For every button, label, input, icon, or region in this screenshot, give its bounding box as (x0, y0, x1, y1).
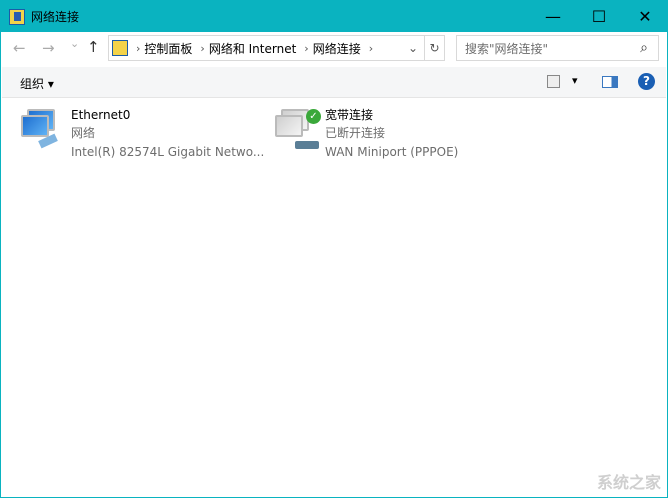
address-bar[interactable]: › 控制面板 › 网络和 Internet › 网络连接 › ⌄ ↻ (108, 35, 445, 61)
breadcrumb-network-connections[interactable]: 网络连接 (313, 40, 361, 57)
close-button[interactable]: ✕ (622, 1, 668, 32)
connection-name: Ethernet0 (71, 108, 131, 122)
maximize-button[interactable]: ☐ (576, 1, 622, 32)
window-title: 网络连接 (31, 10, 80, 24)
connection-name: 宽带连接 (325, 108, 374, 122)
connection-status: 网络 (71, 126, 96, 140)
watermark: 系统之家 (596, 473, 661, 492)
connection-device: WAN Miniport (PPPOE) (325, 145, 459, 159)
help-button[interactable]: ? (638, 73, 655, 90)
change-view-icon[interactable] (547, 75, 560, 88)
recent-locations-button[interactable]: ⌄ (70, 37, 79, 50)
broadband-connection-icon: ✓ (273, 107, 321, 149)
back-button[interactable]: ← (13, 39, 26, 57)
connection-device: Intel(R) 82574L Gigabit Netwo... (71, 145, 265, 159)
address-dropdown-icon[interactable]: ⌄ (408, 41, 418, 55)
breadcrumb-separator[interactable]: › (200, 42, 204, 55)
refresh-button[interactable]: ↻ (424, 36, 444, 60)
connection-item-broadband[interactable]: ✓ 宽带连接 已断开连接 WAN Miniport (PPPOE) (273, 107, 458, 162)
organize-menu[interactable]: 组织 ▾ (20, 75, 54, 92)
connection-item-ethernet[interactable]: Ethernet0 网络 Intel(R) 82574L Gigabit Net… (19, 107, 264, 162)
breadcrumb-separator[interactable]: › (136, 42, 140, 55)
minimize-button[interactable]: — (530, 1, 576, 32)
search-box[interactable]: 搜索"网络连接" ⌕ (456, 35, 659, 61)
breadcrumb-separator[interactable]: › (304, 42, 308, 55)
forward-button[interactable]: → (42, 39, 55, 57)
view-options-dropdown[interactable]: ▾ (572, 74, 578, 87)
search-input[interactable]: 搜索"网络连接" (465, 40, 548, 57)
check-icon: ✓ (306, 109, 321, 124)
modem-icon (295, 141, 319, 149)
connection-status: 已断开连接 (325, 126, 386, 140)
network-folder-icon (9, 8, 25, 25)
up-button[interactable]: ↑ (87, 38, 100, 56)
command-bar: 组织 ▾ ▾ ? (2, 67, 666, 98)
breadcrumb-separator[interactable]: › (369, 42, 373, 55)
search-icon[interactable]: ⌕ (640, 40, 648, 56)
explorer-window: 网络连接 — ☐ ✕ ← → ⌄ ↑ › 控制面板 › 网络和 Internet… (0, 0, 668, 498)
control-panel-icon (112, 40, 128, 56)
breadcrumb-network-internet[interactable]: 网络和 Internet (209, 40, 296, 57)
ethernet-adapter-icon (19, 107, 61, 149)
breadcrumb-control-panel[interactable]: 控制面板 (144, 40, 192, 57)
title-bar: 网络连接 — ☐ ✕ (1, 1, 667, 32)
preview-pane-button[interactable] (602, 76, 618, 88)
